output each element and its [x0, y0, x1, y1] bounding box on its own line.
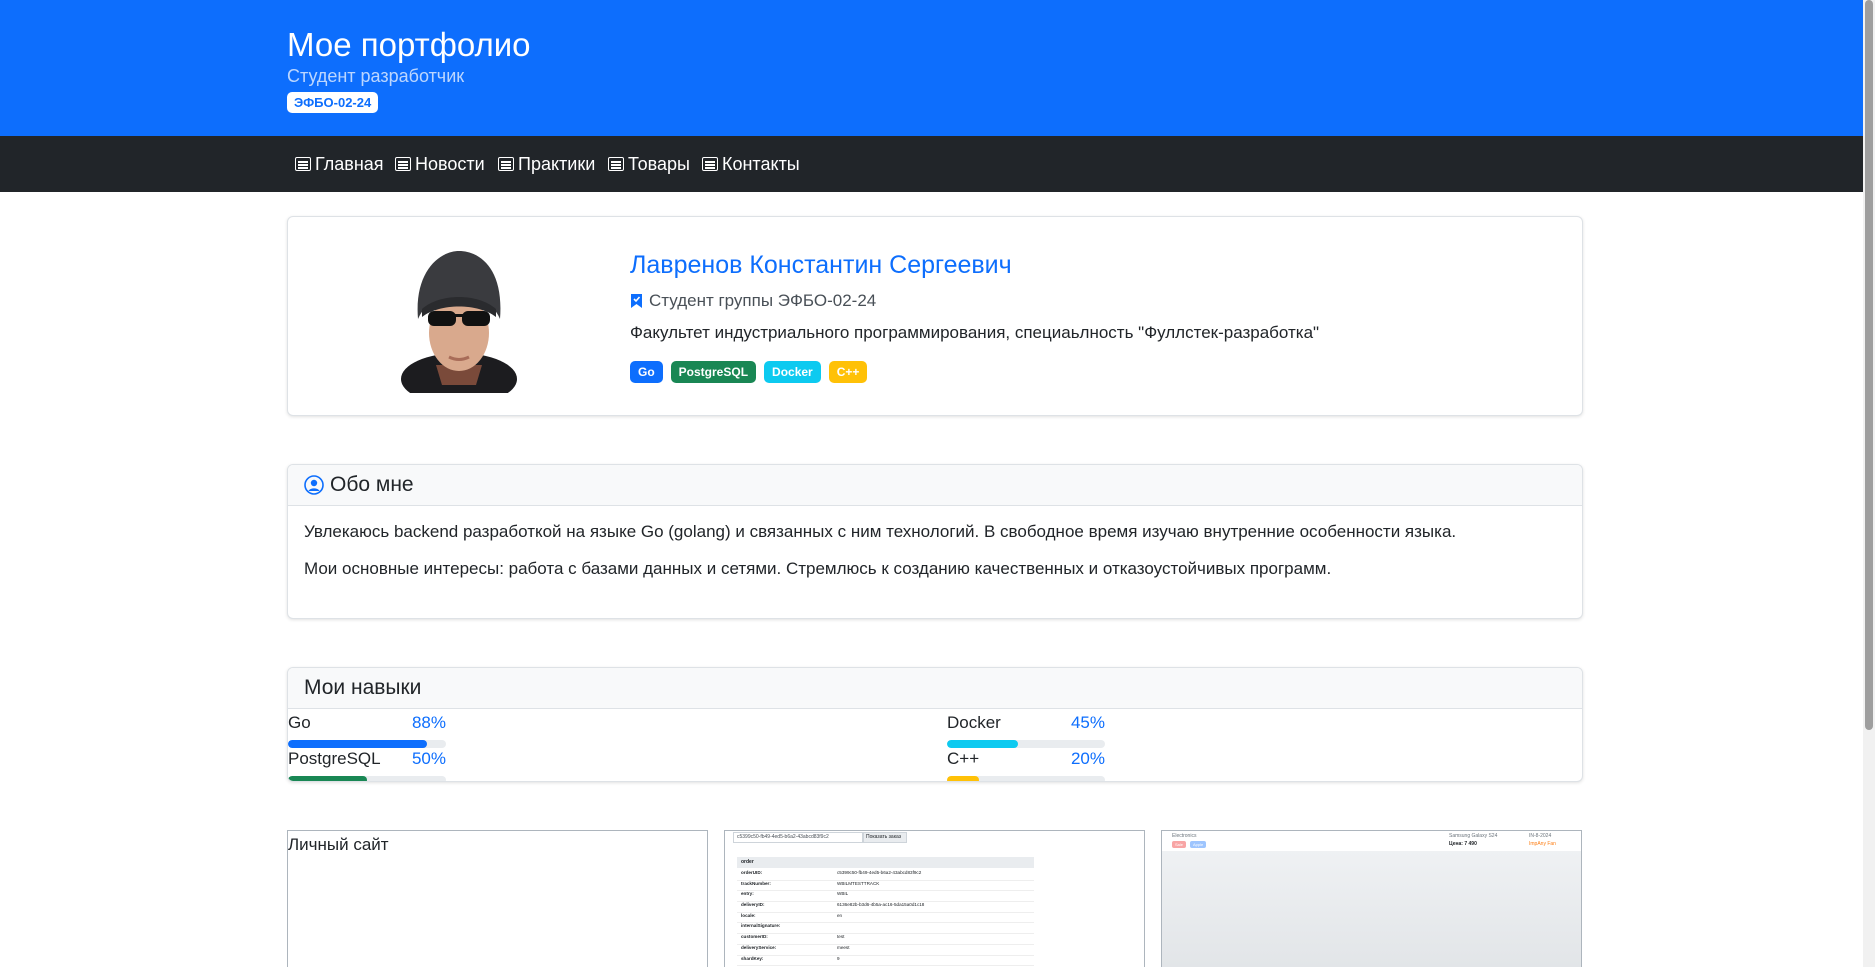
profile-name: Лавренов Константин Сергеевич [630, 251, 1012, 279]
skill-progress-fill [947, 776, 979, 781]
project-card-order-service[interactable]: c5399c50-fb49-4ed5-b6a2-43abcd83f9c2 Пок… [724, 830, 1145, 967]
news-icon [395, 157, 411, 171]
page: Мое портфолио Студент разработчик ЭФБО-0… [0, 0, 1863, 967]
projects-grid: Личный сайт c5399c50-fb49-4ed5-b6a2-43ab… [287, 830, 1583, 967]
skill-progress-fill [288, 740, 428, 748]
order-id-input[interactable]: c5399c50-fb49-4ed5-b6a2-43abcd83f9c2 [733, 832, 863, 843]
project-card-shop[interactable]: Electronics Sale Apple Samsung Galaxy S2… [1161, 830, 1582, 967]
nav-item-label: Практики [518, 153, 596, 174]
shop-topbar [1162, 831, 1581, 851]
news-icon [608, 157, 624, 171]
about-header: Обо мне [288, 465, 1582, 506]
skill-item: C++ 20% [947, 749, 1105, 781]
table-row: deliveryService: meest [737, 945, 1034, 956]
page-scrollbar[interactable] [1863, 0, 1875, 967]
table-row: internalSignature: [737, 923, 1034, 935]
order-table: orderUID: c5399c50-fb49-4ed5-b6a2-43abcd8… [737, 870, 1034, 967]
table-row: entry: WBIL [737, 891, 1034, 903]
skill-percent: 20% [1070, 749, 1105, 768]
skill-percent: 88% [411, 713, 446, 732]
skill-item: PostgreSQL 50% [288, 749, 446, 781]
skill-progress-bar [947, 740, 1105, 748]
nav-item-label: Контакты [722, 153, 800, 174]
shop-product-name: Samsung Galaxy S24 [1449, 833, 1498, 839]
about-card: Обо мне Увлекаюсь backend разработкой на… [287, 464, 1583, 619]
tag-cpp: C++ [828, 361, 868, 383]
nav-item-label: Новости [415, 153, 485, 174]
table-row: trackNumber: WBILMTESTTRACK [737, 881, 1034, 892]
show-order-button[interactable]: Показать заказ [863, 832, 907, 843]
shop-badge-brand: Apple [1190, 841, 1207, 848]
navbar: Главная Новости Практики Товары Контакты [0, 136, 1863, 192]
skill-percent: 45% [1070, 713, 1105, 732]
skill-progress-fill [288, 776, 367, 781]
shop-product-price: Цена: 7 490 [1449, 841, 1477, 847]
nav-item-label: Главная [315, 153, 384, 174]
nav-item-home[interactable]: Главная [295, 136, 384, 192]
project-title: Личный сайт [288, 835, 389, 854]
shop-badge-sale: Sale [1172, 841, 1187, 848]
news-icon [295, 157, 311, 171]
skill-name: Go [288, 713, 311, 732]
table-row: orderUID: c5399c50-fb49-4ed5-b6a2-43abcd8… [737, 870, 1034, 881]
nav-item-practices[interactable]: Практики [498, 136, 595, 192]
nav-item-news[interactable]: Новости [395, 136, 485, 192]
header: Мое портфолио Студент разработчик ЭФБО-0… [0, 0, 1863, 136]
table-row: shardKey: 9 [737, 956, 1034, 967]
bookmark-icon [631, 294, 642, 308]
table-row: customerID: test [737, 934, 1034, 945]
skill-item: Go 88% [288, 713, 446, 748]
skill-percent: 50% [411, 749, 446, 768]
skill-name: Docker [947, 713, 1001, 732]
about-text-1: Увлекаюсь backend разработкой на языке G… [304, 522, 1457, 541]
person-circle-icon [304, 475, 324, 495]
skills-title: Мои навыки [304, 676, 422, 699]
news-icon [702, 157, 718, 171]
project-card-personal-site[interactable]: Личный сайт [287, 830, 708, 967]
shop-product-code: IN-8-2024 [1529, 833, 1552, 839]
about-text-2: Мои основные интересы: работа с базами д… [304, 559, 1332, 578]
scrollbar-thumb[interactable] [1865, 0, 1873, 730]
group-badge: ЭФБО-02-24 [287, 92, 379, 113]
skill-name: C++ [947, 749, 980, 768]
shop-product-seller: ImpAny Fan [1529, 841, 1556, 847]
table-row: locale: en [737, 913, 1034, 924]
about-title: Обо мне [330, 473, 414, 496]
page-title: Мое портфолио [287, 26, 531, 63]
page-subtitle: Студент разработчик [287, 66, 465, 86]
skill-progress-fill [947, 740, 1019, 748]
nav-item-label: Товары [628, 153, 690, 174]
skill-progress-bar [288, 740, 446, 748]
tag-go: Go [630, 361, 663, 383]
skill-name: PostgreSQL [288, 749, 381, 768]
skills-header: Мои навыки [288, 668, 1582, 709]
skill-progress-bar [288, 776, 446, 781]
profile-group: Студент группы ЭФБО-02-24 [630, 291, 876, 311]
skills-card: Мои навыки Go 88% Docker 45% PostgreSQL 50%… [287, 667, 1583, 782]
nav-item-contacts[interactable]: Контакты [702, 136, 800, 192]
table-row: deliveryID: 6136e82b-b3d6-4b5a-ac16-5da15… [737, 902, 1034, 913]
tag-docker: Docker [764, 361, 821, 383]
news-icon [498, 157, 514, 171]
profile-faculty: Факультет индустриального программирован… [630, 323, 1320, 342]
skill-tags: Go PostgreSQL Docker C++ [630, 361, 868, 383]
skill-progress-bar [947, 776, 1105, 781]
order-table-header: order [737, 857, 1034, 868]
shop-category: Electronics [1172, 833, 1197, 839]
profile-group-label: Студент группы ЭФБО-02-24 [649, 291, 877, 310]
avatar [401, 251, 517, 393]
tag-postgresql: PostgreSQL [670, 361, 757, 383]
profile-card: Лавренов Константин Сергеевич Студент гр… [287, 216, 1583, 416]
nav-item-products[interactable]: Товары [608, 136, 690, 192]
skill-item: Docker 45% [947, 713, 1105, 748]
